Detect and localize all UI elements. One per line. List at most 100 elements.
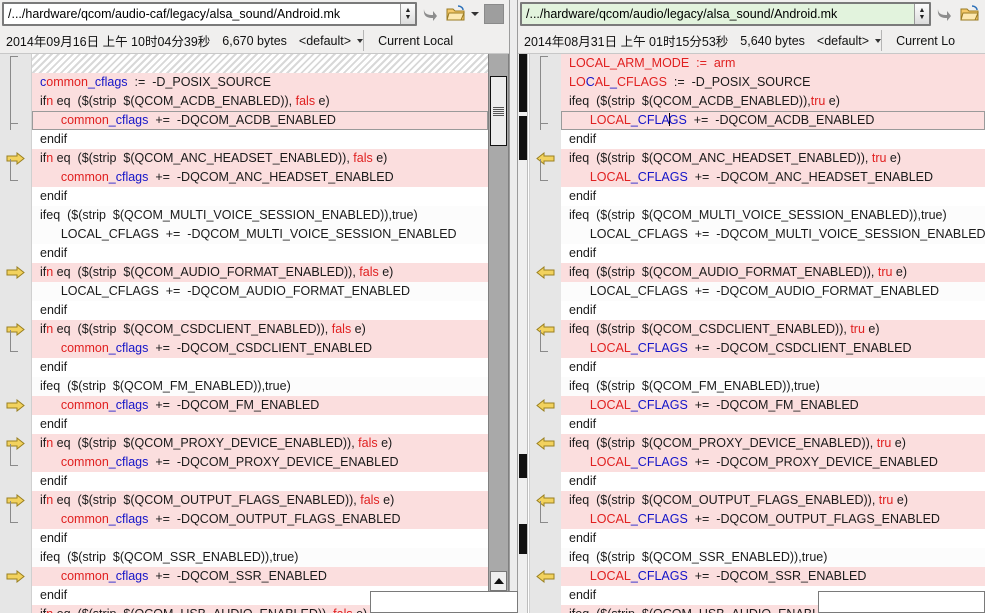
right-location-label[interactable]: Current Lo <box>882 28 969 53</box>
code-line[interactable]: endif <box>561 358 985 377</box>
code-line[interactable]: ifeq ($(strip $(QCOM_MULTI_VOICE_SESSION… <box>561 206 985 225</box>
code-line[interactable]: endif <box>32 244 488 263</box>
code-line[interactable]: LOCAL_CFLAGS += -DQCOM_FM_ENABLED <box>561 396 985 415</box>
code-line[interactable]: ifn eq ($(strip $(QCOM_PROXY_DEVICE_ENAB… <box>32 434 488 453</box>
code-line[interactable]: endif <box>561 301 985 320</box>
code-line[interactable]: LOCAL_CFLAGS += -DQCOM_PROXY_DEVICE_ENAB… <box>561 453 985 472</box>
code-line[interactable]: ifn eq ($(strip $(QCOM_OUTPUT_FLAGS_ENAB… <box>32 491 488 510</box>
left-encoding-dropdown[interactable]: <default> <box>299 34 364 48</box>
code-line[interactable]: LOCAL_CFLAGS += -DQCOM_AUDIO_FORMAT_ENAB… <box>561 282 985 301</box>
code-line[interactable]: LOCAL_CFLAGS += -DQCOM_CSDCLIENT_ENABLED <box>561 339 985 358</box>
code-line[interactable]: ifn eq ($(strip $(QCOM_AUDIO_FORMAT_ENAB… <box>32 263 488 282</box>
left-code-area[interactable]: common_cflags := -D_POSIX_SOURCE ifn eq (… <box>32 54 488 613</box>
stop-button-icon[interactable] <box>484 4 504 24</box>
code-line[interactable]: ifeq ($(strip $(QCOM_SSR_ENABLED)),true) <box>32 548 488 567</box>
code-line[interactable]: ifeq ($(strip $(QCOM_FM_ENABLED)),true) <box>32 377 488 396</box>
code-token: fals <box>333 607 352 613</box>
code-token: _ <box>630 170 638 184</box>
left-info-bar: 2014年09月16日 上午 10时04分39秒 6,670 bytes <de… <box>0 28 509 54</box>
jump-arrow-icon[interactable] <box>417 1 443 27</box>
code-line[interactable]: LOCAL_CFLAGS += -DQCOM_MULTI_VOICE_SESSI… <box>561 225 985 244</box>
code-line[interactable]: common_cflags += -DQCOM_CSDCLIENT_ENABLE… <box>32 339 488 358</box>
code-line[interactable]: LOCAL_CFLAGS := -D_POSIX_SOURCE <box>561 73 985 92</box>
scroll-up-icon[interactable] <box>490 571 507 591</box>
code-line[interactable]: common_cflags += -DQCOM_ACDB_ENABLED <box>32 111 488 130</box>
code-line[interactable]: ifn eq ($(strip $(QCOM_ACDB_ENABLED)), f… <box>32 92 488 111</box>
code-line[interactable]: ifn eq ($(strip $(QCOM_ANC_HEADSET_ENABL… <box>32 149 488 168</box>
left-path-input[interactable]: /.../hardware/qcom/audio-caf/legacy/alsa… <box>4 4 400 24</box>
code-line[interactable]: endif <box>32 130 488 149</box>
code-line[interactable] <box>32 54 488 73</box>
code-line[interactable]: endif <box>561 130 985 149</box>
code-line[interactable]: LOCAL_CFLAGS += -DQCOM_SSR_ENABLED <box>561 567 985 586</box>
code-line[interactable]: ifeq ($(strip $(QCOM_ACDB_ENABLED)),tru … <box>561 92 985 111</box>
right-path-box[interactable]: /.../hardware/qcom/audio/legacy/alsa_sou… <box>520 2 931 26</box>
copy-to-right-icon[interactable] <box>6 398 25 413</box>
code-token: LOCAL <box>589 512 631 526</box>
jump-arrow-icon[interactable] <box>931 1 957 27</box>
block-bracket <box>540 330 548 352</box>
code-line[interactable]: LOCAL_ARM_MODE := arm <box>561 54 985 73</box>
scroll-grip <box>493 106 504 116</box>
copy-to-left-icon[interactable] <box>536 436 555 451</box>
code-token: _ <box>108 455 116 469</box>
code-line[interactable]: common_cflags += -DQCOM_PROXY_DEVICE_ENA… <box>32 453 488 472</box>
code-line[interactable]: endif <box>32 472 488 491</box>
code-line[interactable]: ifeq ($(strip $(QCOM_PROXY_DEVICE_ENABLE… <box>561 434 985 453</box>
code-line[interactable]: endif <box>561 187 985 206</box>
right-path-input[interactable]: /.../hardware/qcom/audio/legacy/alsa_sou… <box>522 4 914 24</box>
code-line[interactable]: ifn eq ($(strip $(QCOM_CSDCLIENT_ENABLED… <box>32 320 488 339</box>
code-line[interactable]: LOCAL_CFLAGS += -DQCOM_OUTPUT_FLAGS_ENAB… <box>561 510 985 529</box>
code-line[interactable]: endif <box>32 358 488 377</box>
code-line[interactable]: endif <box>32 529 488 548</box>
chevron-down-icon[interactable] <box>469 1 481 27</box>
right-minimap[interactable] <box>518 54 528 613</box>
scroll-thumb[interactable] <box>490 76 507 146</box>
left-vertical-scrollbar[interactable] <box>488 54 509 613</box>
copy-to-left-icon[interactable] <box>536 398 555 413</box>
right-code-area[interactable]: LOCAL_ARM_MODE := arm LOCAL_CFLAGS := -D_… <box>561 54 985 613</box>
code-line[interactable]: common_cflags := -D_POSIX_SOURCE <box>32 73 488 92</box>
code-line[interactable]: common_cflags += -DQCOM_SSR_ENABLED <box>32 567 488 586</box>
left-gutter[interactable] <box>0 54 32 613</box>
code-line[interactable]: ifeq ($(strip $(QCOM_FM_ENABLED)),true) <box>561 377 985 396</box>
code-token: cflags <box>115 455 149 469</box>
spinner-icon[interactable]: ▲ ▼ <box>400 4 415 24</box>
code-line[interactable]: ifeq ($(strip $(QCOM_SSR_ENABLED)),true) <box>561 548 985 567</box>
code-line[interactable]: LOCAL_CFLAGS += -DQCOM_MULTI_VOICE_SESSI… <box>32 225 488 244</box>
code-line[interactable]: endif <box>32 187 488 206</box>
code-line[interactable]: common_cflags += -DQCOM_FM_ENABLED <box>32 396 488 415</box>
block-bracket <box>10 159 18 181</box>
code-line[interactable]: endif <box>561 244 985 263</box>
left-bottom-field[interactable] <box>370 591 518 613</box>
code-line[interactable]: common_cflags += -DQCOM_ANC_HEADSET_ENAB… <box>32 168 488 187</box>
code-line[interactable]: LOCAL_CFLAGS += -DQCOM_AUDIO_FORMAT_ENAB… <box>32 282 488 301</box>
copy-to-left-icon[interactable] <box>536 569 555 584</box>
spinner-icon[interactable]: ▲ ▼ <box>914 4 929 24</box>
copy-to-right-icon[interactable] <box>6 569 25 584</box>
left-path-box[interactable]: /.../hardware/qcom/audio-caf/legacy/alsa… <box>2 2 417 26</box>
code-line[interactable]: endif <box>32 301 488 320</box>
copy-to-left-icon[interactable] <box>536 265 555 280</box>
copy-to-right-icon[interactable] <box>6 265 25 280</box>
code-line[interactable]: endif <box>32 415 488 434</box>
code-line[interactable]: ifeq ($(strip $(QCOM_OUTPUT_FLAGS_ENABLE… <box>561 491 985 510</box>
code-line[interactable]: ifeq ($(strip $(QCOM_AUDIO_FORMAT_ENABLE… <box>561 263 985 282</box>
code-token: CFLAGS <box>616 75 667 89</box>
right-bottom-field[interactable] <box>818 591 985 613</box>
open-folder-icon[interactable] <box>957 1 983 27</box>
left-location-label[interactable]: Current Local <box>364 28 467 53</box>
right-encoding-dropdown[interactable]: <default> <box>817 34 882 48</box>
code-line[interactable]: ifeq ($(strip $(QCOM_MULTI_VOICE_SESSION… <box>32 206 488 225</box>
code-line[interactable]: endif <box>561 472 985 491</box>
code-line[interactable]: common_cflags += -DQCOM_OUTPUT_FLAGS_ENA… <box>32 510 488 529</box>
code-line[interactable]: LOCAL_CFLAGS += -DQCOM_ACDB_ENABLED <box>561 111 985 130</box>
code-line[interactable]: endif <box>561 529 985 548</box>
pane-divider[interactable] <box>509 0 518 613</box>
code-line[interactable]: ifeq ($(strip $(QCOM_CSDCLIENT_ENABLED))… <box>561 320 985 339</box>
code-line[interactable]: endif <box>561 415 985 434</box>
code-line[interactable]: LOCAL_CFLAGS += -DQCOM_ANC_HEADSET_ENABL… <box>561 168 985 187</box>
open-folder-icon[interactable] <box>443 1 469 27</box>
code-line[interactable]: ifeq ($(strip $(QCOM_ANC_HEADSET_ENABLED… <box>561 149 985 168</box>
right-gutter[interactable] <box>529 54 561 613</box>
